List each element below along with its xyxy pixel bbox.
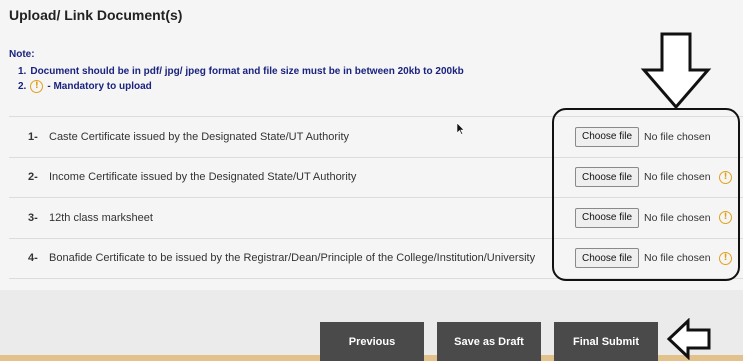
final-submit-button[interactable]: Final Submit (554, 322, 658, 361)
note-text: Document should be in pdf/ jpg/ jpeg for… (30, 66, 464, 77)
document-label: 12th class marksheet (49, 211, 153, 224)
down-arrow-icon (640, 32, 712, 110)
row-number: 1- (28, 130, 38, 143)
save-as-draft-button[interactable]: Save as Draft (437, 322, 541, 361)
note-text: - Mandatory to upload (47, 81, 152, 92)
note-number: 1. (18, 66, 27, 77)
highlight-box (552, 108, 740, 281)
row-number: 2- (28, 171, 38, 184)
warning-circle-icon: ! (30, 80, 44, 93)
page-title: Upload/ Link Document(s) (9, 7, 183, 23)
previous-button[interactable]: Previous (320, 322, 424, 361)
left-arrow-icon (666, 318, 711, 360)
note-item-format: 1. Document should be in pdf/ jpg/ jpeg … (18, 66, 464, 77)
document-label: Caste Certificate issued by the Designat… (49, 130, 350, 143)
document-label: Bonafide Certificate to be issued by the… (49, 252, 536, 265)
document-label: Income Certificate issued by the Designa… (49, 171, 357, 184)
note-number: 2. (18, 81, 27, 92)
note-heading: Note: (9, 49, 35, 60)
row-number: 4- (28, 252, 38, 265)
mouse-cursor-icon (457, 123, 465, 135)
note-item-mandatory: 2. ! - Mandatory to upload (18, 80, 152, 93)
row-number: 3- (28, 211, 38, 224)
